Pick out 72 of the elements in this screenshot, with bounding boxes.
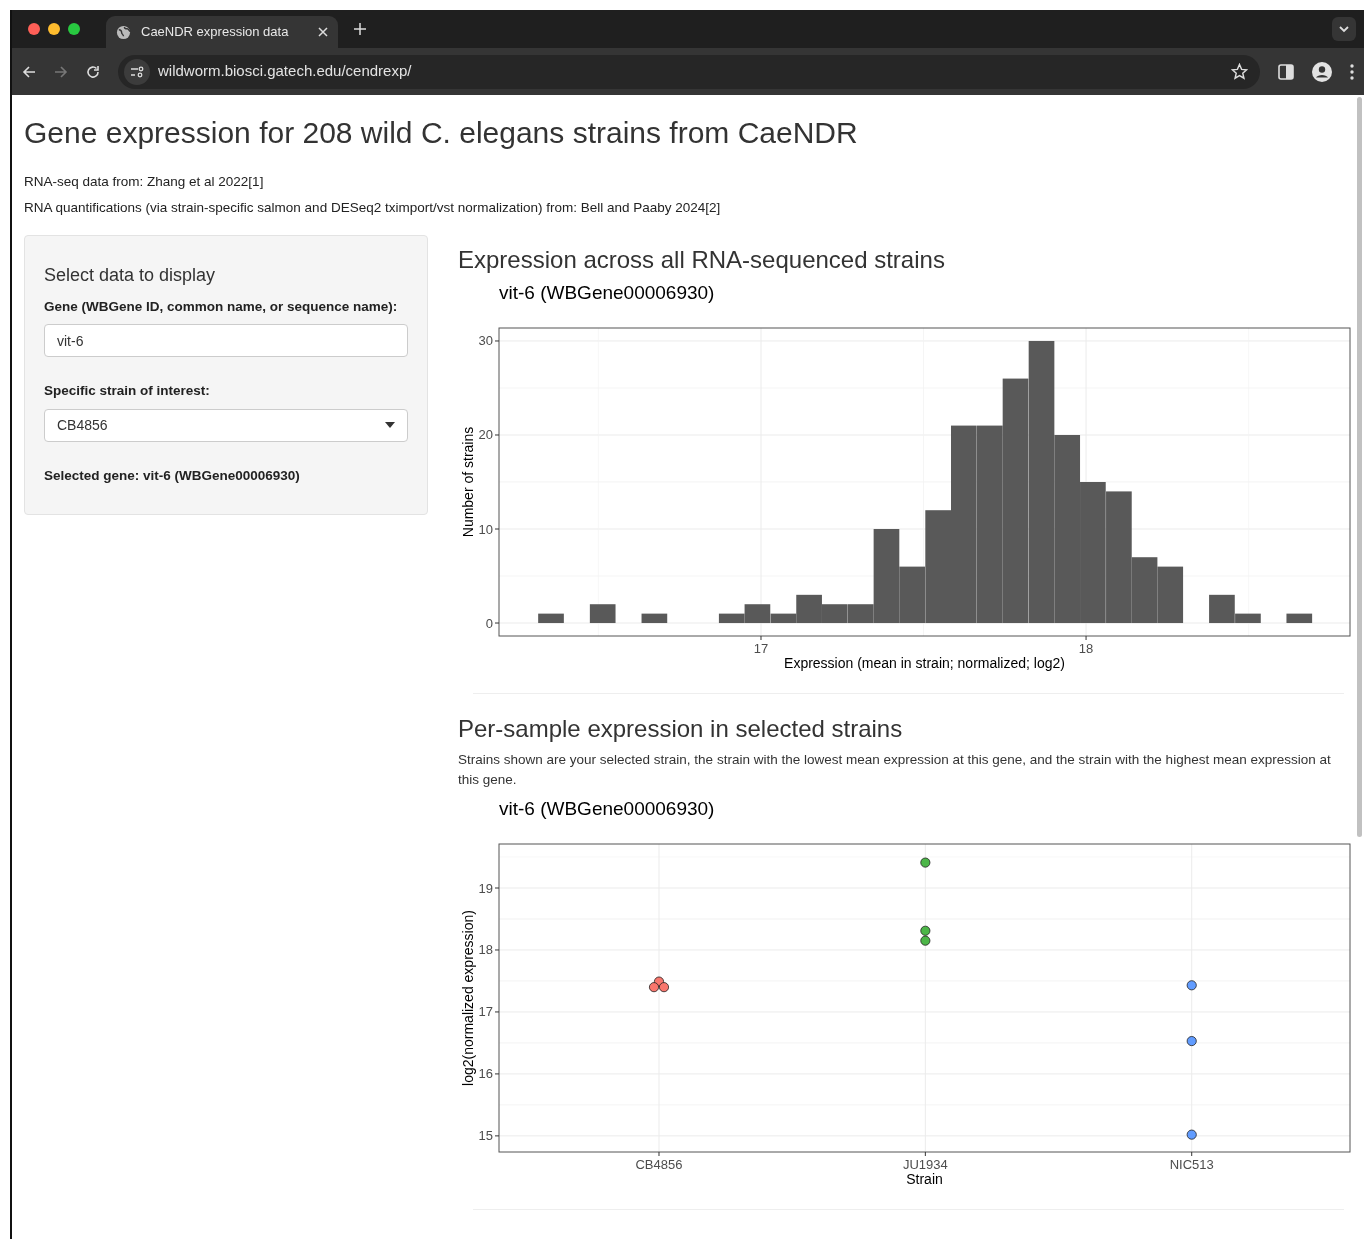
- tick-label: 15: [478, 1128, 493, 1144]
- tick-label: 30: [478, 333, 493, 349]
- zoom-window-button[interactable]: [68, 23, 80, 35]
- tick-label: CB4856: [635, 1157, 683, 1172]
- site-settings-icon[interactable]: [124, 58, 150, 85]
- globe-icon: [116, 24, 131, 40]
- tick-label: 10: [478, 521, 493, 537]
- section-heading: Per-sample expression in selected strains: [458, 714, 904, 744]
- strain-dropdown[interactable]: CB4856: [44, 408, 408, 442]
- reload-icon[interactable]: [86, 64, 100, 79]
- minimize-window-button[interactable]: [48, 23, 60, 35]
- tick-mark: [494, 340, 500, 342]
- histogram-bar: [1157, 566, 1184, 624]
- field-label: Gene (WBGene ID, common name, or sequence name):: [44, 298, 399, 316]
- url-text: wildworm.biosci.gatech.edu/cendrexp/: [158, 61, 413, 82]
- profile-icon[interactable]: [1312, 61, 1332, 82]
- new-tab-icon[interactable]: [354, 23, 366, 35]
- histogram-bar: [589, 604, 616, 624]
- tick-label: 17: [753, 641, 769, 656]
- tick-mark: [658, 1151, 660, 1157]
- tick-mark: [494, 1011, 500, 1013]
- axis-title: Number of strains: [460, 426, 476, 538]
- scrollbar-thumb[interactable]: [1357, 97, 1362, 837]
- tick-label: JU1934: [902, 1157, 948, 1172]
- caret-icon: [385, 422, 395, 428]
- tick-mark: [494, 622, 500, 624]
- chart-title: vit-6 (WBGene00006930): [499, 282, 715, 303]
- close-window-button[interactable]: [28, 23, 40, 35]
- tick-label: 18: [1078, 641, 1094, 656]
- tab-list-button[interactable]: [1332, 17, 1356, 41]
- tab-title: CaeNDR expression data: [141, 23, 290, 42]
- field-label: Specific strain of interest:: [44, 382, 211, 401]
- address-bar[interactable]: wildworm.biosci.gatech.edu/cendrexp/: [118, 54, 1260, 89]
- histogram-bar: [538, 613, 564, 624]
- tick-mark: [494, 949, 500, 951]
- panel-heading: Select data to display: [44, 264, 217, 287]
- close-icon[interactable]: [318, 27, 328, 37]
- tick-mark: [924, 1151, 926, 1157]
- side-panel-icon[interactable]: [1278, 63, 1294, 80]
- tick-mark: [494, 1073, 500, 1075]
- source-note: RNA-seq data from: Zhang et al 2022[1]: [24, 173, 265, 190]
- tick-label: 0: [485, 615, 493, 631]
- menu-icon[interactable]: [1350, 63, 1354, 80]
- tick-label: 20: [478, 427, 493, 443]
- histogram-bar: [641, 613, 668, 624]
- chart-title: vit-6 (WBGene00006930): [499, 798, 715, 819]
- back-icon[interactable]: [22, 64, 36, 79]
- source-note: RNA quantifications (via strain-specific salmon and DESeq2 tximport/vst normalization) from: Bell and Paaby 2024[2]: [24, 199, 722, 216]
- selected-gene-text: Selected gene: vit-6 (WBGene00006930): [44, 466, 301, 485]
- axis-title: log2(normalized expression): [460, 910, 476, 1086]
- tick-mark: [494, 434, 500, 436]
- histogram-bar: [1286, 613, 1313, 624]
- tick-label: 17: [478, 1004, 493, 1020]
- tick-mark: [760, 635, 762, 641]
- axis-title: Strain: [906, 1171, 943, 1187]
- tick-mark: [494, 528, 500, 530]
- tick-label: NIC513: [1169, 1157, 1214, 1172]
- gene-input-field[interactable]: vit-6: [44, 324, 408, 358]
- tick-mark: [494, 887, 500, 889]
- tick-mark: [494, 1135, 500, 1137]
- browser-tab[interactable]: CaeNDR expression data: [106, 16, 338, 48]
- forward-icon[interactable]: [54, 64, 68, 79]
- section-description: Strains shown are your selected strain, the strain with the lowest mean expression at this gene, and the strain with the highest mean expression at this gene.: [458, 751, 1332, 789]
- tick-label: 16: [478, 1066, 493, 1082]
- tick-label: 19: [478, 880, 493, 896]
- axis-title: Expression (mean in strain; normalized; log2): [784, 655, 1065, 671]
- section-heading: Expression across all RNA-sequenced strains: [458, 245, 946, 275]
- star-icon[interactable]: [1231, 63, 1248, 80]
- tick-label: 18: [478, 942, 493, 958]
- tick-mark: [1085, 635, 1087, 641]
- page-title: Gene expression for 208 wild C. elegans strains from CaeNDR: [24, 115, 859, 151]
- tick-mark: [1191, 1151, 1193, 1157]
